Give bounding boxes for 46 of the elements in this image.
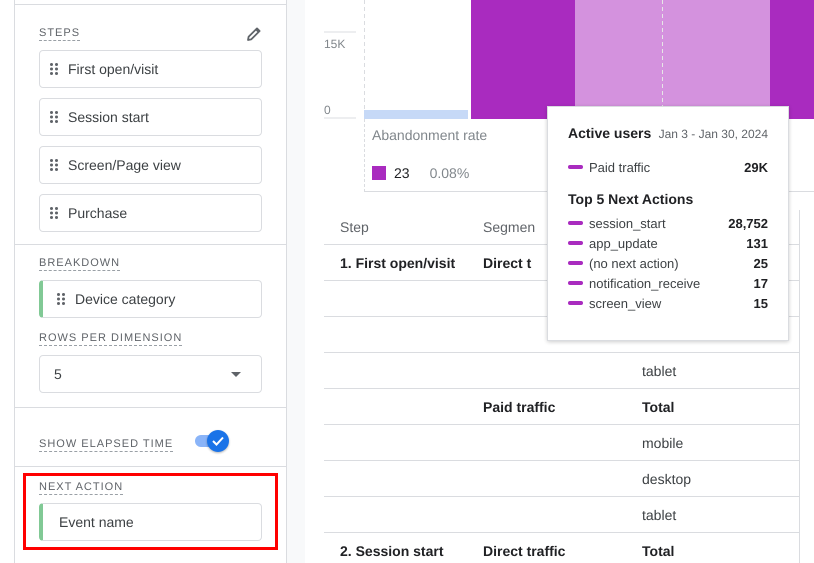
table-cell: Total	[642, 532, 800, 563]
table-cell: 2. Session start	[324, 532, 483, 563]
action-name: screen_view	[589, 296, 662, 310]
table-cell: tablet	[642, 352, 800, 388]
drag-handle-icon[interactable]	[57, 293, 65, 305]
rows-dropdown[interactable]: 5	[39, 355, 262, 393]
legend-percent: 0.08%	[430, 165, 470, 181]
section-title: Top 5 Next Actions	[568, 191, 694, 207]
section-label: NEXT ACTION	[39, 481, 124, 495]
date-range: Jan 3 - Jan 30, 2024	[658, 127, 768, 141]
action-value: 17	[754, 276, 768, 290]
table-cell: mobile	[642, 424, 800, 460]
section-label: ROWS PER DIMENSION	[39, 332, 182, 346]
action-value: 28,752	[728, 216, 768, 230]
series-value: 29K	[744, 160, 768, 174]
step-item[interactable]: Screen/Page view	[39, 146, 262, 184]
drag-handle-icon[interactable]	[50, 207, 58, 219]
caret-icon	[231, 372, 241, 376]
section-label: STEPS	[39, 27, 80, 41]
chart-label: Abandonment rate	[372, 127, 488, 143]
step-item[interactable]: Session start	[39, 98, 262, 136]
table-cell: Paid traffic	[483, 388, 642, 424]
action-value: 131	[746, 236, 768, 250]
breakdown-item[interactable]: Device category	[39, 280, 262, 318]
drag-handle-icon[interactable]	[50, 159, 58, 171]
section-label: BREAKDOWN	[39, 257, 120, 271]
action-value: 25	[754, 256, 768, 270]
step-item[interactable]: Purchase	[39, 194, 262, 232]
table-cell: 1. First open/visit	[324, 244, 483, 280]
legend-value: 23	[394, 165, 410, 181]
toggle-label: SHOW ELAPSED TIME	[39, 438, 174, 452]
series-name: Paid traffic	[589, 160, 652, 174]
drag-handle-icon[interactable]	[50, 111, 58, 123]
tooltip-title: Active users	[568, 125, 652, 141]
table-cell: tablet	[642, 496, 800, 532]
table-cell: Total	[642, 388, 800, 424]
column-header: Step	[324, 210, 483, 244]
step-item[interactable]: First open/visit	[39, 50, 262, 88]
pencil-icon[interactable]	[246, 26, 262, 42]
table-cell: Direct traffic	[483, 532, 642, 563]
action-value: 15	[754, 296, 768, 310]
table-cell: desktop	[642, 460, 800, 496]
elapsed-time-toggle[interactable]	[193, 430, 230, 452]
next-action-item[interactable]: Event name	[39, 503, 262, 541]
drag-handle-icon[interactable]	[50, 63, 58, 75]
check-icon	[212, 436, 224, 446]
